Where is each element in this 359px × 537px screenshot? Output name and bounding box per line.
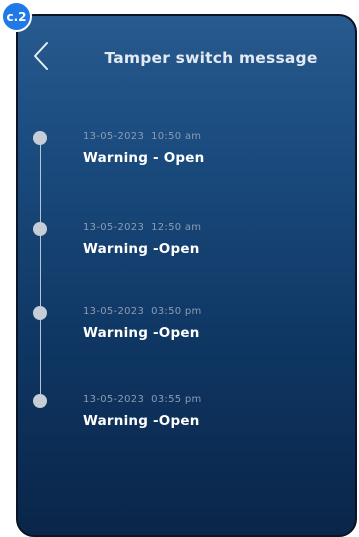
event-status: Warning - Open [83,150,205,166]
page-title: Tamper switch message [104,49,318,67]
event-timestamp: 13-05-2023 03:55 pm [83,394,202,405]
event-timestamp: 13-05-2023 12:50 am [83,222,202,233]
timeline-event: 13-05-2023 10:50 am Warning - Open [83,131,323,166]
timeline-dot [33,306,47,320]
timeline-event: 13-05-2023 03:50 pm Warning -Open [83,306,323,341]
timeline-event: 13-05-2023 12:50 am Warning -Open [83,222,323,257]
timeline-line [40,136,41,401]
chevron-left-icon[interactable] [30,38,54,74]
event-status: Warning -Open [83,241,200,257]
step-badge-label: c.2 [6,9,27,24]
timeline-dot [33,394,47,408]
event-status: Warning -Open [83,325,200,341]
timeline-dot [33,222,47,236]
event-status: Warning -Open [83,413,200,429]
phone-screen: Tamper switch message 13-05-2023 10:50 a… [16,14,357,537]
event-timestamp: 13-05-2023 03:50 pm [83,306,202,317]
timeline-dot [33,131,47,145]
step-badge: c.2 [1,1,32,32]
timeline-event: 13-05-2023 03:55 pm Warning -Open [83,394,323,429]
event-timestamp: 13-05-2023 10:50 am [83,131,202,142]
